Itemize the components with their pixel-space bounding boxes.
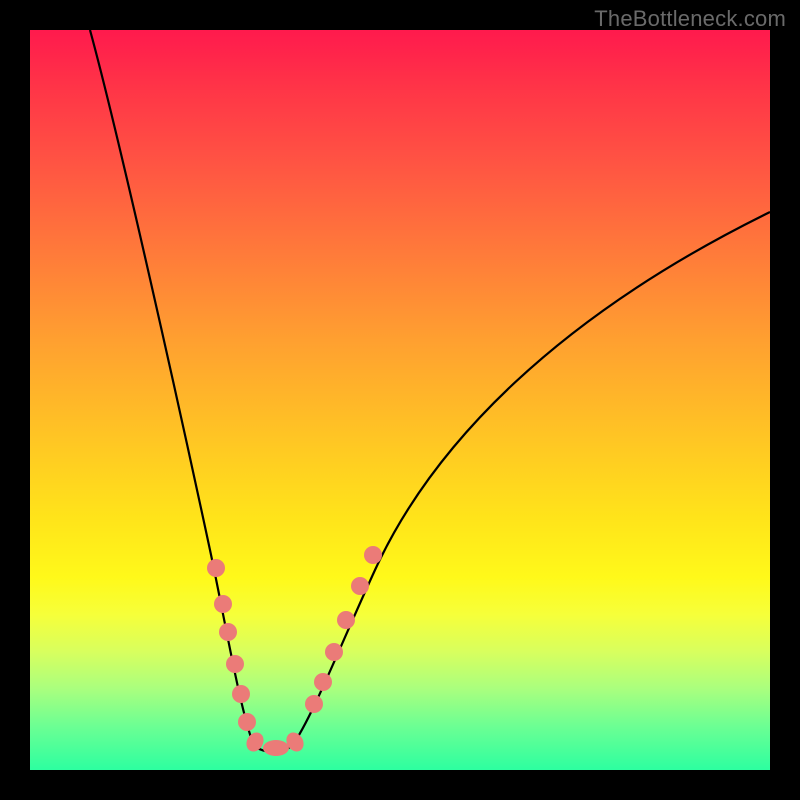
- chart-overlay: [30, 30, 770, 770]
- bottleneck-curve: [90, 30, 770, 752]
- chart-frame: [30, 30, 770, 770]
- right-markers: [305, 546, 382, 713]
- valley-markers: [243, 729, 307, 756]
- watermark-text: TheBottleneck.com: [594, 6, 786, 32]
- left-markers: [207, 559, 256, 731]
